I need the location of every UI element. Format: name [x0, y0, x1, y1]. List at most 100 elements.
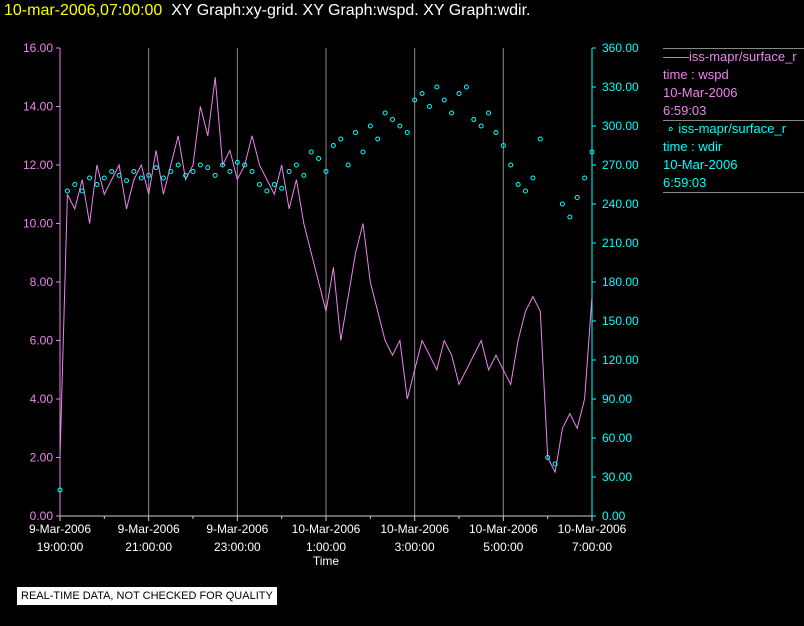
data-point-wdir: [316, 156, 322, 161]
x-tick-time: 5:00:00: [483, 540, 523, 554]
data-point-wdir: [205, 165, 211, 171]
data-point-wdir: [131, 169, 137, 174]
y-right-tick-label: 180.00: [602, 275, 639, 289]
data-point-wdir: [441, 97, 447, 103]
data-point-wdir: [508, 162, 514, 168]
legend-series-name: iss-mapr/surface_r: [689, 49, 797, 64]
data-point-wdir: [574, 195, 580, 200]
data-point-wdir: [94, 182, 100, 187]
data-point-wdir: [308, 149, 314, 155]
x-tick-time: 21:00:00: [125, 540, 172, 554]
data-point-wdir: [530, 175, 536, 181]
y-left-tick-label: 2.00: [30, 451, 54, 465]
data-point-wdir: [138, 175, 144, 181]
data-point-wdir: [101, 175, 107, 181]
data-point-wdir: [345, 162, 351, 168]
y-right-tick-label: 330.00: [602, 80, 639, 94]
x-axis-label: Time: [313, 554, 340, 568]
data-point-wdir: [212, 172, 218, 178]
x-tick-time: 3:00:00: [395, 540, 435, 554]
data-point-wdir: [537, 136, 543, 142]
x-tick-time: 23:00:00: [214, 540, 261, 554]
y-right-tick-label: 270.00: [602, 158, 639, 172]
data-point-wdir: [286, 169, 292, 174]
data-point-wdir: [515, 182, 521, 187]
circle-marker-icon: ∘: [666, 121, 675, 136]
data-point-wdir: [559, 201, 565, 207]
data-point-wdir: [227, 169, 233, 174]
data-point-wdir: [257, 182, 263, 187]
line-marker-icon: ——: [663, 49, 689, 64]
legend-line2: time : wdir: [663, 139, 723, 154]
data-point-wdir: [582, 175, 588, 181]
data-point-wdir: [449, 110, 455, 116]
x-tick-date: 9-Mar-2006: [206, 522, 268, 536]
y-left-tick-label: 10.00: [23, 217, 53, 231]
data-point-wdir: [293, 162, 299, 168]
y-right-tick-label: 210.00: [602, 236, 639, 250]
legend-wdir: ∘ iss-mapr/surface_r time : wdir 10-Mar-…: [663, 120, 804, 192]
data-point-wdir: [478, 123, 484, 129]
data-point-wdir: [301, 172, 307, 178]
data-point-wdir: [190, 169, 196, 174]
data-point-wdir: [382, 110, 388, 116]
x-tick-date: 10-Mar-2006: [380, 522, 449, 536]
data-point-wdir: [109, 169, 115, 174]
y-right-tick-label: 0.00: [602, 509, 626, 523]
data-point-wdir: [338, 136, 344, 142]
data-point-wdir: [279, 185, 285, 191]
data-point-wdir: [390, 117, 396, 122]
legend-line4: 6:59:03: [663, 103, 707, 118]
legend-line4: 6:59:03: [663, 175, 707, 190]
x-tick-time: 19:00:00: [37, 540, 84, 554]
y-left-tick-label: 6.00: [30, 334, 54, 348]
data-point-wdir: [404, 130, 410, 135]
data-point-wdir: [124, 178, 130, 184]
legend-line3: 10-Mar-2006: [663, 157, 738, 172]
data-point-wdir: [486, 110, 492, 116]
data-point-wdir: [426, 104, 432, 109]
data-point-wdir: [471, 117, 477, 122]
data-point-wdir: [249, 169, 255, 174]
data-point-wdir: [456, 91, 462, 96]
data-point-wdir: [160, 175, 166, 181]
data-point-wdir: [330, 143, 336, 148]
x-tick-date: 9-Mar-2006: [29, 522, 91, 536]
legend-line2: time : wspd: [663, 67, 729, 82]
data-point-wdir: [375, 136, 381, 142]
x-tick-time: 7:00:00: [572, 540, 612, 554]
legend-line3: 10-Mar-2006: [663, 85, 738, 100]
data-point-wdir: [271, 182, 277, 187]
data-point-wdir: [72, 182, 78, 187]
y-right-tick-label: 150.00: [602, 314, 639, 328]
data-point-wdir: [264, 188, 270, 194]
y-left-tick-label: 14.00: [23, 100, 53, 114]
data-point-wdir: [523, 188, 529, 194]
data-point-wdir: [175, 162, 181, 168]
y-right-tick-label: 30.00: [602, 470, 632, 484]
y-right-tick-label: 120.00: [602, 353, 639, 367]
y-right-tick-label: 300.00: [602, 119, 639, 133]
data-point-wdir: [153, 165, 159, 171]
data-point-wdir: [567, 214, 573, 220]
y-right-tick-label: 360.00: [602, 41, 639, 55]
y-left-tick-label: 4.00: [30, 392, 54, 406]
data-point-wdir: [493, 130, 499, 135]
y-right-tick-label: 90.00: [602, 392, 632, 406]
legend-series-name: iss-mapr/surface_r: [678, 121, 787, 136]
y-left-tick-label: 12.00: [23, 158, 53, 172]
data-point-wdir: [434, 84, 440, 90]
data-point-wdir: [87, 175, 93, 181]
y-right-tick-label: 240.00: [602, 197, 639, 211]
x-tick-time: 1:00:00: [306, 540, 346, 554]
data-point-wdir: [463, 84, 469, 90]
data-point-wdir: [79, 188, 85, 194]
data-point-wdir: [197, 162, 203, 168]
y-right-tick-label: 60.00: [602, 431, 632, 445]
y-left-tick-label: 16.00: [23, 41, 53, 55]
data-point-wdir: [360, 149, 366, 155]
data-point-wdir: [64, 188, 70, 194]
legend-wspd: ——iss-mapr/surface_r time : wspd 10-Mar-…: [663, 48, 804, 120]
y-left-tick-label: 0.00: [30, 509, 54, 523]
x-tick-date: 9-Mar-2006: [118, 522, 180, 536]
